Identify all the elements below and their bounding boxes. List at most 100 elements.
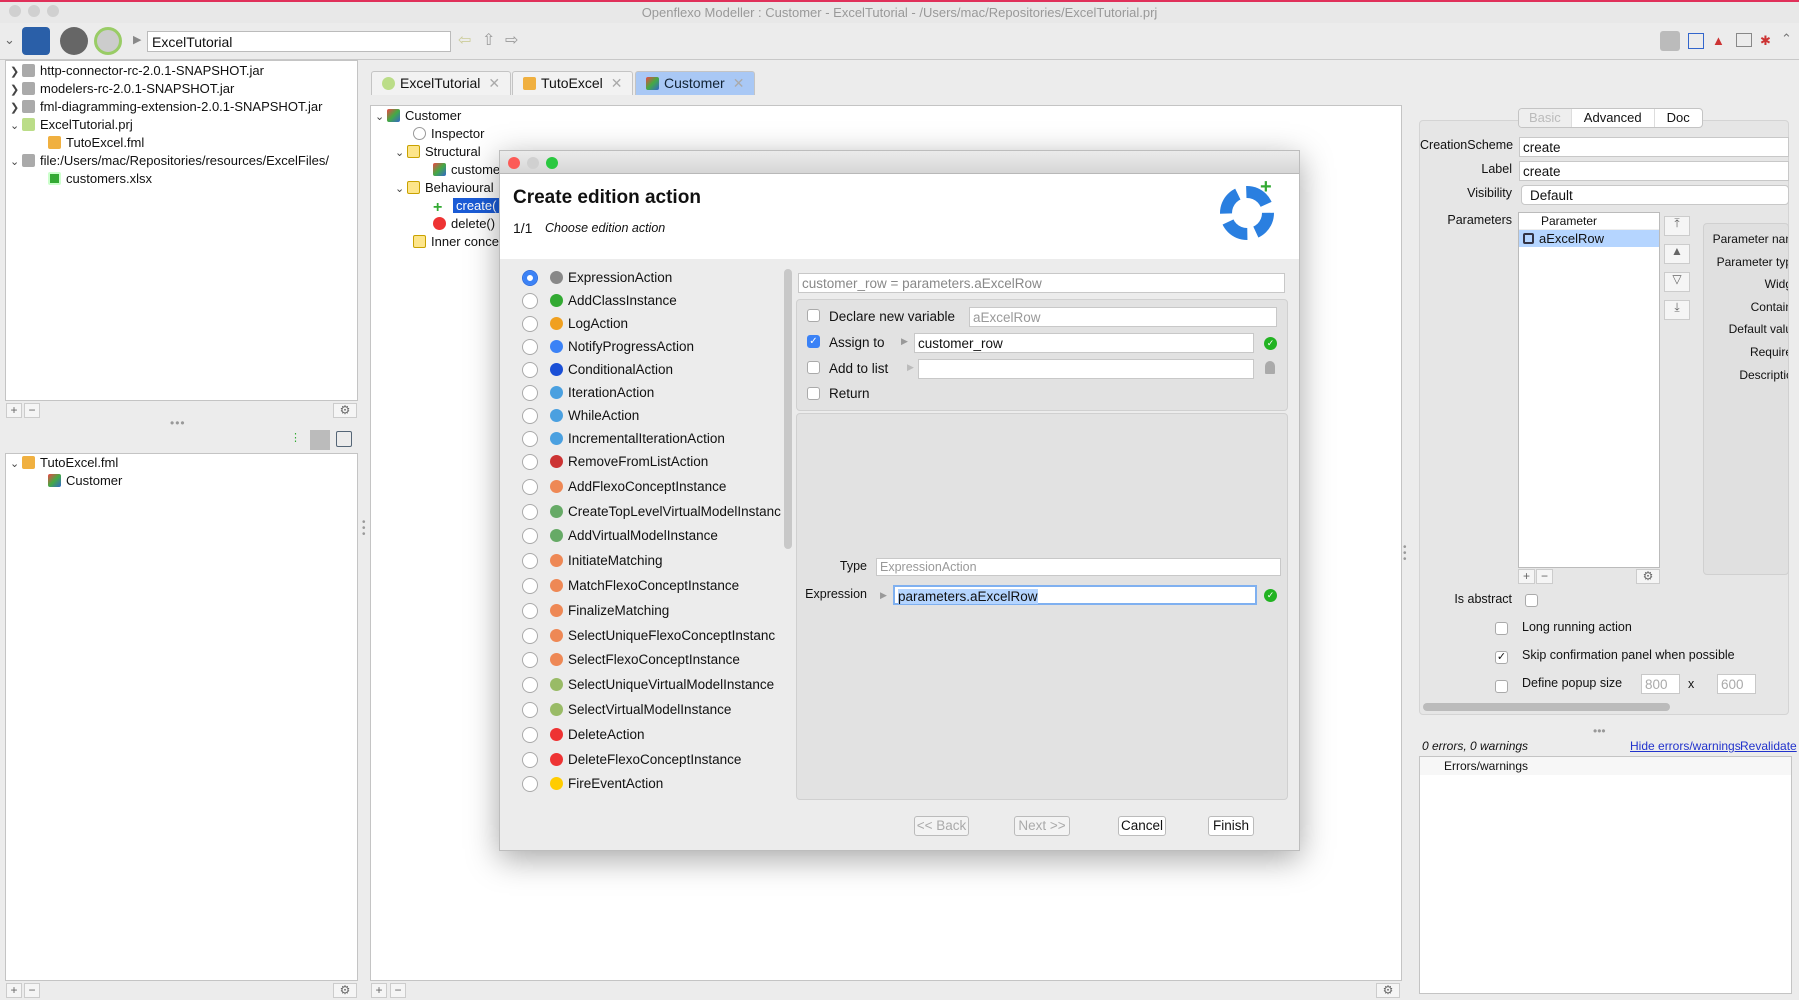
action-radio[interactable]	[522, 627, 538, 644]
minimize-window-button[interactable]	[28, 5, 40, 17]
action-radio[interactable]	[522, 362, 538, 378]
action-option[interactable]: SelectFlexoConceptInstance	[522, 649, 740, 671]
tree-view-selected-icon[interactable]	[310, 430, 330, 450]
expression-field[interactable]: parameters.aExcelRow	[893, 585, 1257, 605]
up-arrow-icon[interactable]: ⇧	[482, 30, 495, 50]
action-radio[interactable]	[522, 578, 538, 594]
perspective-diagram-icon[interactable]: ▲	[1712, 33, 1728, 49]
dialog-close-button[interactable]	[508, 157, 520, 169]
tree-item[interactable]: Customer	[48, 472, 122, 490]
close-icon[interactable]: ✕	[488, 75, 500, 91]
chevron-right-icon[interactable]: ❯	[10, 99, 22, 117]
chevron-down-icon[interactable]: ⌄	[10, 455, 22, 473]
action-radio[interactable]	[522, 408, 538, 424]
tree-item[interactable]: ⌄ Behavioural	[395, 179, 494, 197]
action-radio[interactable]	[522, 751, 538, 768]
tree-item[interactable]: Inner conce	[413, 233, 499, 251]
action-option[interactable]: AddVirtualModelInstance	[522, 525, 718, 547]
action-radio[interactable]	[522, 776, 538, 793]
forward-arrow-icon[interactable]: ⇨	[505, 30, 518, 50]
action-option[interactable]: LogAction	[522, 313, 628, 335]
hide-errors-link[interactable]: Hide errors/warnings	[1630, 739, 1741, 753]
tree-item[interactable]: ❯ modelers-rc-2.0.1-SNAPSHOT.jar	[10, 80, 234, 98]
tree-item[interactable]: ⌄ TutoExcel.fml	[10, 454, 118, 472]
tab-customer[interactable]: Customer ✕	[635, 71, 756, 95]
popup-width-field[interactable]: 800	[1641, 674, 1680, 694]
graph-view-icon[interactable]	[336, 431, 352, 447]
back-button[interactable]: << Back	[914, 816, 969, 836]
chevron-down-icon[interactable]: ⌄	[375, 108, 387, 126]
action-option[interactable]: IterationAction	[522, 382, 654, 404]
perspective-other-icon[interactable]: ✱	[1760, 33, 1776, 49]
chevron-down-icon[interactable]: ⌄	[395, 144, 407, 162]
tree-item[interactable]: customers.xlsx	[48, 170, 152, 188]
splitter-handle[interactable]: •••	[170, 416, 186, 430]
add-button[interactable]: +	[6, 983, 22, 998]
tab-tutoexcel[interactable]: TutoExcel ✕	[512, 71, 634, 95]
popup-height-field[interactable]: 600	[1717, 674, 1756, 694]
action-radio[interactable]	[522, 677, 538, 694]
action-option[interactable]: FireEventAction	[522, 773, 663, 795]
remove-button[interactable]: −	[24, 403, 40, 418]
move-top-button[interactable]: ⤒	[1664, 216, 1690, 236]
tree-item[interactable]: + create(	[433, 197, 500, 216]
action-radio[interactable]	[522, 528, 538, 545]
action-radio[interactable]	[522, 602, 538, 619]
action-radio[interactable]	[522, 385, 538, 401]
action-option[interactable]: CreateTopLevelVirtualModelInstanc	[522, 501, 781, 523]
chevron-right-icon[interactable]: ❯	[10, 63, 22, 81]
tree-item[interactable]: delete()	[433, 215, 495, 233]
dialog-minimize-button[interactable]	[527, 157, 539, 169]
tab-advanced[interactable]: Advanced	[1570, 109, 1654, 127]
action-radio[interactable]	[522, 316, 538, 332]
action-option[interactable]: MatchFlexoConceptInstance	[522, 575, 739, 597]
finish-button[interactable]: Finish	[1208, 816, 1254, 836]
chevron-down-icon[interactable]: ⌄	[10, 117, 22, 135]
horizontal-scrollbar[interactable]	[1423, 703, 1670, 711]
expand-arrow-icon[interactable]: ▶	[901, 336, 908, 347]
revalidate-link[interactable]: Revalidate	[1740, 739, 1797, 753]
add-to-list-checkbox[interactable]	[807, 361, 820, 374]
creation-scheme-field[interactable]: create	[1519, 137, 1789, 157]
action-radio[interactable]	[522, 726, 538, 743]
next-button[interactable]: Next >>	[1014, 816, 1070, 836]
action-radio[interactable]	[522, 702, 538, 718]
return-checkbox[interactable]	[807, 387, 820, 400]
tab-basic[interactable]: Basic	[1519, 109, 1571, 127]
move-up-button[interactable]: ▲	[1664, 244, 1690, 264]
chevron-down-icon[interactable]: ⌄	[395, 180, 407, 198]
tree-item[interactable]: ❯ fml-diagramming-extension-2.0.1-SNAPSHO…	[10, 98, 322, 116]
gear-icon[interactable]: ⚙	[1636, 569, 1660, 584]
action-option[interactable]: AddFlexoConceptInstance	[522, 476, 726, 498]
action-option[interactable]: DeleteFlexoConceptInstance	[522, 749, 741, 771]
action-radio[interactable]	[522, 503, 538, 520]
action-option[interactable]: SelectUniqueVirtualModelInstance	[522, 674, 774, 696]
action-option[interactable]: IncrementalIterationAction	[522, 428, 725, 450]
label-field[interactable]: create	[1519, 161, 1789, 181]
long-running-checkbox[interactable]	[1495, 622, 1508, 635]
assign-to-field[interactable]: customer_row	[914, 333, 1254, 353]
action-option[interactable]: NotifyPropertyChangedAction	[522, 798, 746, 801]
tree-item[interactable]: ⌄ Structural	[395, 143, 481, 161]
action-option[interactable]: SelectUniqueFlexoConceptInstanc	[522, 625, 775, 647]
remove-button[interactable]: −	[390, 983, 406, 998]
splitter-handle[interactable]: •••	[1403, 543, 1407, 565]
chevron-double-down-icon[interactable]: ⌄	[4, 32, 15, 48]
close-icon[interactable]: ✕	[611, 75, 623, 91]
tree-item[interactable]: ⌄ ExcelTutorial.prj	[10, 116, 133, 134]
splitter-handle[interactable]: •••	[362, 518, 366, 540]
move-bottom-button[interactable]: ⤓	[1664, 300, 1690, 320]
table-row[interactable]: aExcelRow	[1519, 230, 1659, 247]
action-radio[interactable]	[522, 652, 538, 669]
shield-icon[interactable]	[60, 27, 88, 55]
action-option[interactable]: NotifyProgressAction	[522, 336, 694, 358]
path-field[interactable]: ExcelTutorial	[147, 31, 451, 52]
action-radio[interactable]	[522, 478, 538, 495]
remove-parameter-button[interactable]: −	[1536, 569, 1553, 584]
tree-item[interactable]: ⌄ file:/Users/mac/Repositories/resources/…	[10, 152, 329, 170]
action-option[interactable]: WhileAction	[522, 405, 639, 427]
add-parameter-button[interactable]: +	[1518, 569, 1535, 584]
project-icon[interactable]	[94, 27, 122, 55]
tree-view-icon[interactable]: ⋮	[290, 431, 302, 447]
tree-item[interactable]: ❯ http-connector-rc-2.0.1-SNAPSHOT.jar	[10, 62, 264, 80]
